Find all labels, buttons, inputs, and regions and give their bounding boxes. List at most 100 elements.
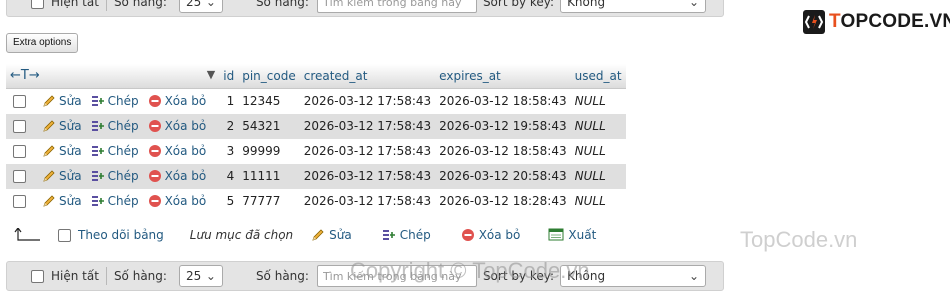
sort-label: Sort by key: xyxy=(482,0,555,9)
column-header[interactable]: id xyxy=(219,64,239,89)
bulk-edit-button[interactable]: Sửa xyxy=(311,228,352,242)
row-checkbox[interactable] xyxy=(13,144,26,158)
show-all-toggle[interactable]: Hiện tất xyxy=(31,269,99,283)
show-all-checkbox[interactable] xyxy=(31,0,44,9)
rows-label: Số hàng: xyxy=(113,269,167,283)
cell-pin-code[interactable]: 12345 xyxy=(238,88,300,114)
cell-created-at[interactable]: 2026-03-12 17:58:43 xyxy=(300,189,435,214)
edit-link[interactable]: Sửa xyxy=(42,194,82,208)
row-checkbox[interactable] xyxy=(13,94,26,108)
cell-id[interactable]: 2 xyxy=(219,113,239,139)
cell-created-at[interactable]: 2026-03-12 17:58:43 xyxy=(299,163,436,189)
delete-link[interactable]: Xóa bỏ xyxy=(148,194,206,208)
cell-id[interactable]: 3 xyxy=(219,139,238,164)
rows-select[interactable]: 25 ⌄ xyxy=(178,0,223,13)
copy-icon xyxy=(382,230,395,240)
row-checkbox[interactable] xyxy=(13,169,26,183)
copy-link[interactable]: Chép xyxy=(91,94,139,108)
sort-key-select[interactable]: Không ⌄ xyxy=(560,0,707,13)
copy-link[interactable]: Chép xyxy=(91,144,139,158)
filter-label: Số hàng: xyxy=(255,0,309,9)
pencil-icon xyxy=(43,145,55,157)
delete-link[interactable]: Xóa bỏ xyxy=(148,119,206,133)
cell-created-at[interactable]: 2026-03-12 17:58:43 xyxy=(300,139,435,164)
with-selected-label: Lưu mục đã chọn xyxy=(189,228,294,242)
cell-used-at[interactable]: NULL xyxy=(571,88,626,114)
column-header[interactable]: created_at xyxy=(299,64,436,89)
delete-link[interactable]: Xóa bỏ xyxy=(148,169,206,183)
check-all-label[interactable]: Theo dõi bảng xyxy=(78,228,164,242)
check-all-checkbox[interactable] xyxy=(58,228,71,242)
cell-pin-code[interactable]: 99999 xyxy=(238,139,300,164)
edit-link[interactable]: Sửa xyxy=(42,119,82,133)
copy-label: Chép xyxy=(107,144,139,158)
bulk-edit-label: Sửa xyxy=(329,228,352,242)
column-arrows-header[interactable]: ←T→ ▼ xyxy=(6,64,220,89)
column-arrows-icon[interactable]: ←T→ xyxy=(10,68,40,83)
copy-icon xyxy=(91,196,104,206)
delete-link[interactable]: Xóa bỏ xyxy=(148,144,207,158)
arrow-up-left-icon xyxy=(14,228,40,241)
cell-used-at[interactable]: NULL xyxy=(571,189,626,214)
column-header[interactable]: pin_code xyxy=(238,64,300,89)
edit-link[interactable]: Sửa xyxy=(42,169,82,183)
show-all-checkbox[interactable] xyxy=(31,269,44,283)
copy-link[interactable]: Chép xyxy=(91,194,139,208)
chevron-down-icon: ⌄ xyxy=(205,269,216,283)
cell-created-at[interactable]: 2026-03-12 17:58:43 xyxy=(300,88,435,114)
logo-letter: T xyxy=(829,11,841,32)
cell-expires-at[interactable]: 2026-03-12 18:58:43 xyxy=(435,139,570,164)
chevron-down-icon: ⌄ xyxy=(689,269,700,283)
table-row: Sửa Chép Xóa bỏ 4 11111 2026-03-12 17:58… xyxy=(6,163,626,189)
pencil-icon xyxy=(43,170,55,182)
pencil-icon xyxy=(43,95,55,107)
edit-link[interactable]: Sửa xyxy=(42,144,82,158)
cell-id[interactable]: 4 xyxy=(219,163,239,189)
filter-control: Số hàng: xyxy=(256,0,477,13)
show-all-toggle[interactable]: Hiện tất xyxy=(31,0,99,9)
edit-link[interactable]: Sửa xyxy=(42,94,82,108)
export-icon xyxy=(548,228,564,241)
cell-id[interactable]: 1 xyxy=(219,88,238,114)
cell-pin-code[interactable]: 54321 xyxy=(238,113,300,139)
copy-link[interactable]: Chép xyxy=(91,119,139,133)
table-row: Sửa Chép Xóa bỏ 3 99999 2026-03-12 17:58… xyxy=(6,139,626,164)
bulk-delete-label: Xóa bỏ xyxy=(478,228,521,242)
chevron-down-icon: ⌄ xyxy=(205,0,216,9)
edit-label: Sửa xyxy=(59,119,82,133)
edit-label: Sửa xyxy=(59,144,82,158)
extra-options-button[interactable]: Extra options xyxy=(6,33,79,53)
cell-used-at[interactable]: NULL xyxy=(571,139,626,164)
table-filter-input[interactable] xyxy=(316,0,477,13)
delete-link[interactable]: Xóa bỏ xyxy=(148,94,206,108)
row-checkbox[interactable] xyxy=(13,119,26,133)
cell-expires-at[interactable]: 2026-03-12 19:58:43 xyxy=(435,113,571,139)
delete-label: Xóa bỏ xyxy=(164,144,207,158)
divider xyxy=(105,0,107,11)
cell-used-at[interactable]: NULL xyxy=(570,163,626,189)
row-actions: Sửa Chép Xóa bỏ xyxy=(6,163,220,189)
cell-expires-at[interactable]: 2026-03-12 20:58:43 xyxy=(435,163,571,189)
table-header-row: ←T→ ▼ id pin_code created_at expires_at … xyxy=(6,64,626,89)
row-checkbox[interactable] xyxy=(13,194,26,208)
sort-desc-icon[interactable]: ▼ xyxy=(207,68,215,81)
logo-text: TOPCODE.VN xyxy=(829,11,950,33)
cell-pin-code[interactable]: 77777 xyxy=(238,189,300,214)
column-header[interactable]: used_at xyxy=(570,64,626,89)
bulk-delete-button[interactable]: Xóa bỏ xyxy=(461,228,521,242)
copy-label: Chép xyxy=(107,119,139,133)
cell-pin-code[interactable]: 11111 xyxy=(238,163,300,189)
cell-used-at[interactable]: NULL xyxy=(570,113,626,139)
column-header[interactable]: expires_at xyxy=(435,64,571,89)
copy-link[interactable]: Chép xyxy=(91,169,139,183)
cell-expires-at[interactable]: 2026-03-12 18:28:43 xyxy=(435,189,570,214)
cell-id[interactable]: 5 xyxy=(219,189,238,214)
bulk-export-button[interactable]: Xuất xyxy=(548,228,596,242)
copy-icon xyxy=(91,121,104,131)
pencil-icon xyxy=(43,195,55,207)
cell-expires-at[interactable]: 2026-03-12 18:58:43 xyxy=(435,88,570,114)
rows-select[interactable]: 25 ⌄ xyxy=(178,265,223,287)
edit-label: Sửa xyxy=(59,194,82,208)
bulk-copy-button[interactable]: Chép xyxy=(382,228,431,242)
cell-created-at[interactable]: 2026-03-12 17:58:43 xyxy=(299,113,436,139)
